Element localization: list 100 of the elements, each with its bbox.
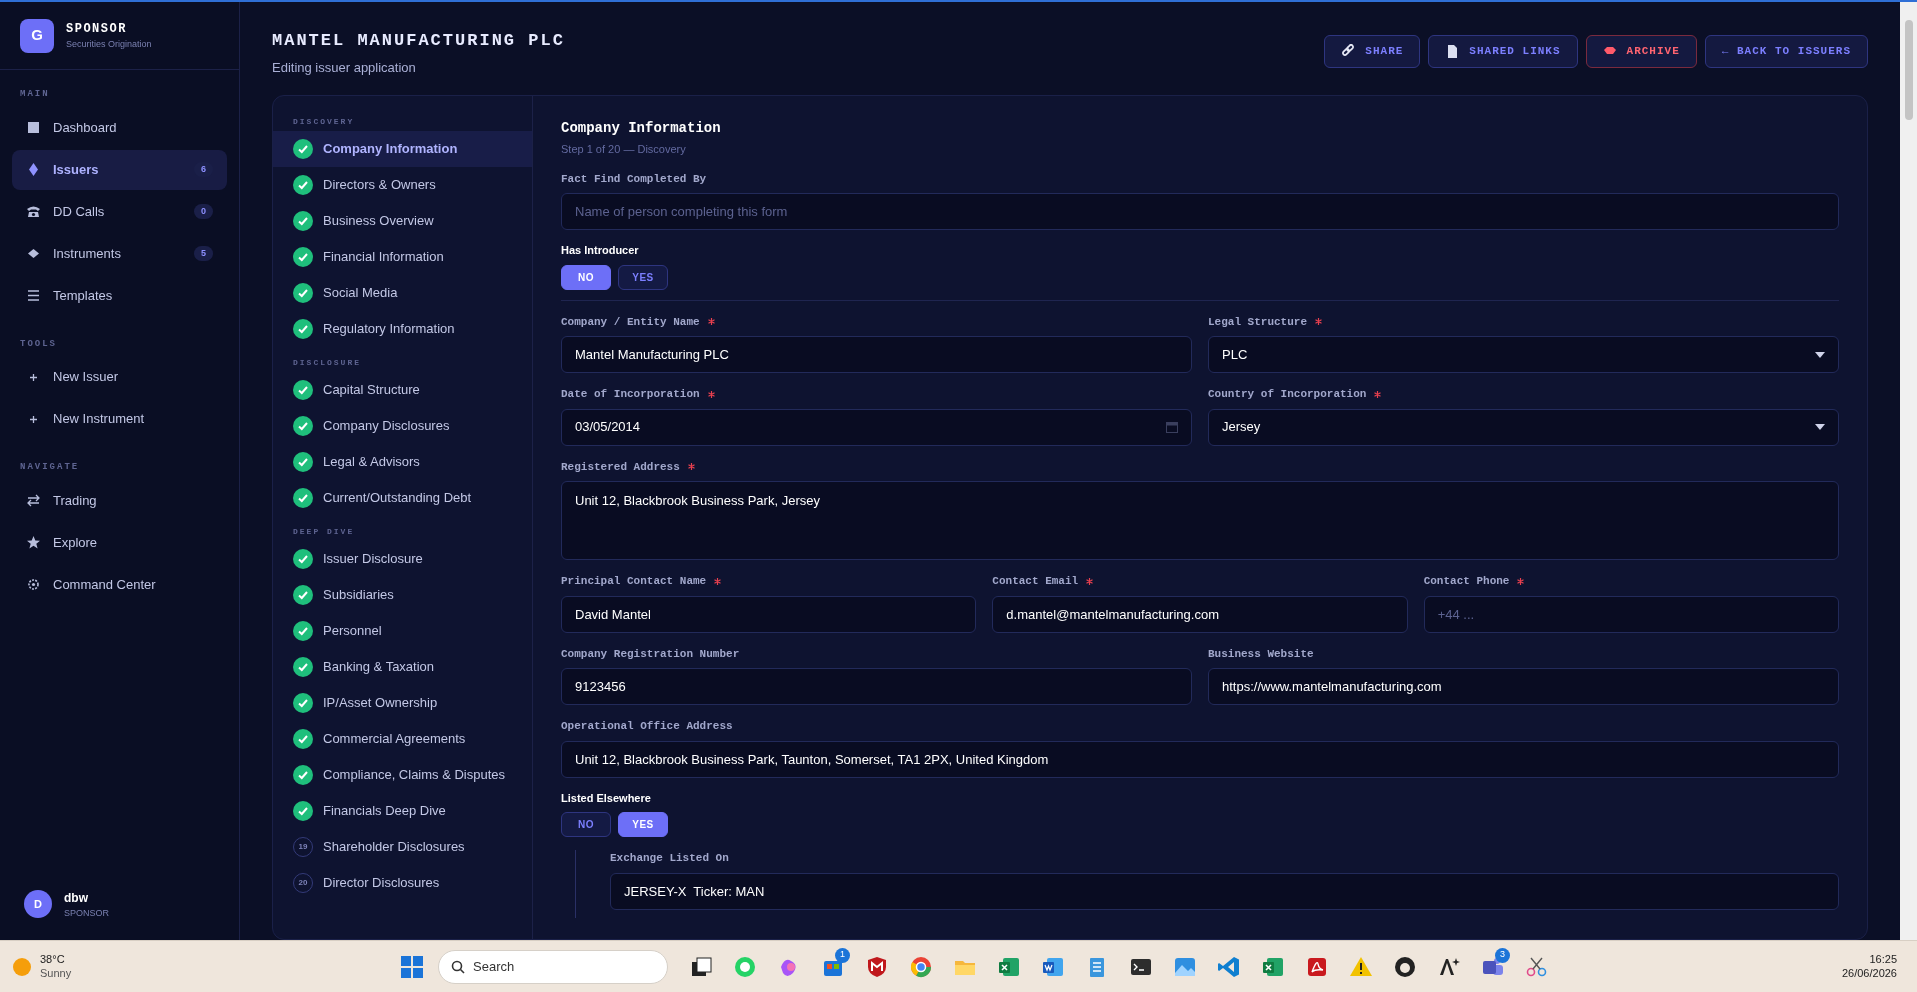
scrollbar[interactable]: [1900, 2, 1917, 940]
check-icon: [293, 283, 313, 303]
input-field[interactable]: Unit 12, Blackbrook Business Park, Taunton, Somerset, TA1 2PX, United Kingdom: [561, 740, 1839, 778]
step-item[interactable]: Current/Outstanding Debt: [273, 480, 532, 516]
check-icon: [293, 621, 313, 641]
field-label: Date of Incorporation: [561, 387, 700, 402]
step-item[interactable]: Subsidiaries: [273, 577, 532, 613]
field-label: Company Registration Number: [561, 646, 740, 662]
weather-temperature: 38°C: [40, 952, 66, 967]
step-item[interactable]: Company Disclosures: [273, 408, 532, 444]
sidebar-item[interactable]: Trading: [12, 480, 227, 521]
step-group-label: DEEP DIVE: [292, 526, 356, 538]
input-field[interactable]: https://www.mantelmanufacturing.com: [1208, 668, 1839, 705]
input-field[interactable]: +44 ...: [1423, 595, 1839, 633]
step-item[interactable]: Financials Deep Dive: [273, 793, 532, 829]
sidebar-item[interactable]: Explore: [12, 522, 227, 563]
step-item[interactable]: Company Information: [273, 131, 532, 167]
action-button[interactable]: ← BACK TO ISSUERS: [1704, 35, 1868, 68]
sidebar-item[interactable]: Instruments 5: [12, 233, 227, 274]
input-field[interactable]: d.mantel@mantelmanufacturing.com: [992, 595, 1408, 633]
step-item[interactable]: Legal & Advisors: [273, 444, 532, 480]
field-label: Operational Office Address: [561, 719, 733, 734]
square-icon: [26, 120, 41, 135]
step-item[interactable]: Commercial Agreements: [273, 721, 532, 757]
step-item[interactable]: Business Overview: [273, 203, 532, 239]
count-badge: 5: [194, 245, 213, 262]
step-item[interactable]: Financial Information: [273, 239, 532, 275]
taskbar-app[interactable]: 3: [1474, 946, 1512, 987]
sidebar-item[interactable]: Templates: [12, 275, 227, 316]
clock-time: 16:25: [1869, 952, 1897, 967]
globe-icon: [909, 954, 933, 979]
check-icon: [293, 380, 313, 400]
toggle-option[interactable]: NO: [561, 812, 611, 837]
step-item[interactable]: Banking & Taxation: [273, 649, 532, 685]
step-item[interactable]: 19 Shareholder Disclosures: [273, 829, 532, 865]
field-label: Registered Address: [561, 459, 680, 475]
archive-button[interactable]: ARCHIVE: [1585, 35, 1697, 68]
brand-subtitle: Securities Origination: [66, 37, 152, 51]
check-icon: [293, 549, 313, 569]
step-item[interactable]: Capital Structure: [273, 372, 532, 408]
step-item[interactable]: Personnel: [273, 613, 532, 649]
step-item[interactable]: Regulatory Information: [273, 311, 532, 347]
sidebar-item[interactable]: Dashboard: [12, 107, 227, 148]
check-icon: [293, 319, 313, 339]
taskbar-search[interactable]: Search: [438, 949, 668, 984]
check-icon: [293, 801, 313, 821]
select-field[interactable]: PLC: [1208, 336, 1839, 373]
check-icon: [293, 139, 313, 159]
check-icon: [293, 211, 313, 231]
sidebar-item[interactable]: DD Calls 0: [12, 191, 227, 232]
date-field[interactable]: 03/05/2014: [561, 408, 1192, 446]
start-icon: [400, 954, 424, 979]
search-icon: [451, 959, 465, 974]
input-field[interactable]: Mantel Manufacturing PLC: [561, 336, 1192, 373]
calendar-icon: [1166, 421, 1178, 433]
input-field[interactable]: Name of person completing this form: [561, 193, 1839, 230]
logo-badge: G: [20, 18, 54, 53]
step-item[interactable]: Social Media: [273, 275, 532, 311]
field-label: Country of Incorporation: [1208, 387, 1367, 402]
phone-icon: [26, 204, 41, 219]
field-label: Contact Email: [992, 574, 1079, 589]
weather-condition: Sunny: [40, 966, 72, 981]
check-icon: [293, 247, 313, 267]
field-label: Exchange Listed On: [610, 851, 729, 866]
settings-icon: [26, 577, 41, 592]
input-field[interactable]: 9123456: [561, 668, 1192, 705]
field-label: Business Website: [1208, 646, 1314, 662]
action-button[interactable]: SHARED LINKS: [1428, 35, 1578, 68]
sidebar-item[interactable]: New Instrument: [12, 399, 227, 439]
step-item[interactable]: Compliance, Claims & Disputes: [273, 757, 532, 793]
step-item[interactable]: Issuer Disclosure: [273, 541, 532, 577]
step-item[interactable]: IP/Asset Ownership: [273, 685, 532, 721]
toggle-option[interactable]: NO: [561, 264, 611, 290]
page-subtitle: Editing issuer application: [272, 58, 417, 77]
step-item[interactable]: Directors & Owners: [273, 167, 532, 203]
diamond-icon: [26, 162, 41, 177]
action-button[interactable]: SHARE: [1324, 35, 1421, 68]
check-icon: [293, 175, 313, 195]
sidebar-item[interactable]: New Issuer: [12, 357, 227, 397]
toggle-option[interactable]: YES: [618, 264, 668, 290]
toggle-option[interactable]: YES: [618, 812, 668, 837]
star-icon: [26, 535, 41, 550]
section-label: MAIN: [19, 88, 51, 101]
user-avatar: D: [24, 890, 52, 919]
input-field[interactable]: JERSEY-X Ticker: MAN: [610, 872, 1839, 910]
field-label: Contact Phone: [1423, 574, 1510, 589]
field-label: Legal Structure: [1208, 314, 1308, 330]
address-field[interactable]: Unit 12, Blackbrook Business Park, Jersey: [561, 481, 1839, 560]
page-title: MANTEL MANUFACTURING PLC: [272, 30, 565, 52]
taskbar-app[interactable]: 1: [814, 946, 852, 987]
input-field[interactable]: David Mantel: [561, 595, 977, 633]
check-icon: [293, 585, 313, 605]
select-field[interactable]: Jersey: [1208, 408, 1839, 446]
toggle-label: Has Introducer: [561, 243, 640, 258]
clock-date: 26/06/2026: [1841, 966, 1897, 981]
code-editor-icon: [1217, 954, 1241, 979]
sidebar-item[interactable]: Issuers 6: [12, 149, 227, 190]
sidebar-item[interactable]: Command Center: [12, 564, 227, 605]
windows-icon: [689, 954, 713, 979]
step-item[interactable]: 20 Director Disclosures: [273, 865, 532, 901]
